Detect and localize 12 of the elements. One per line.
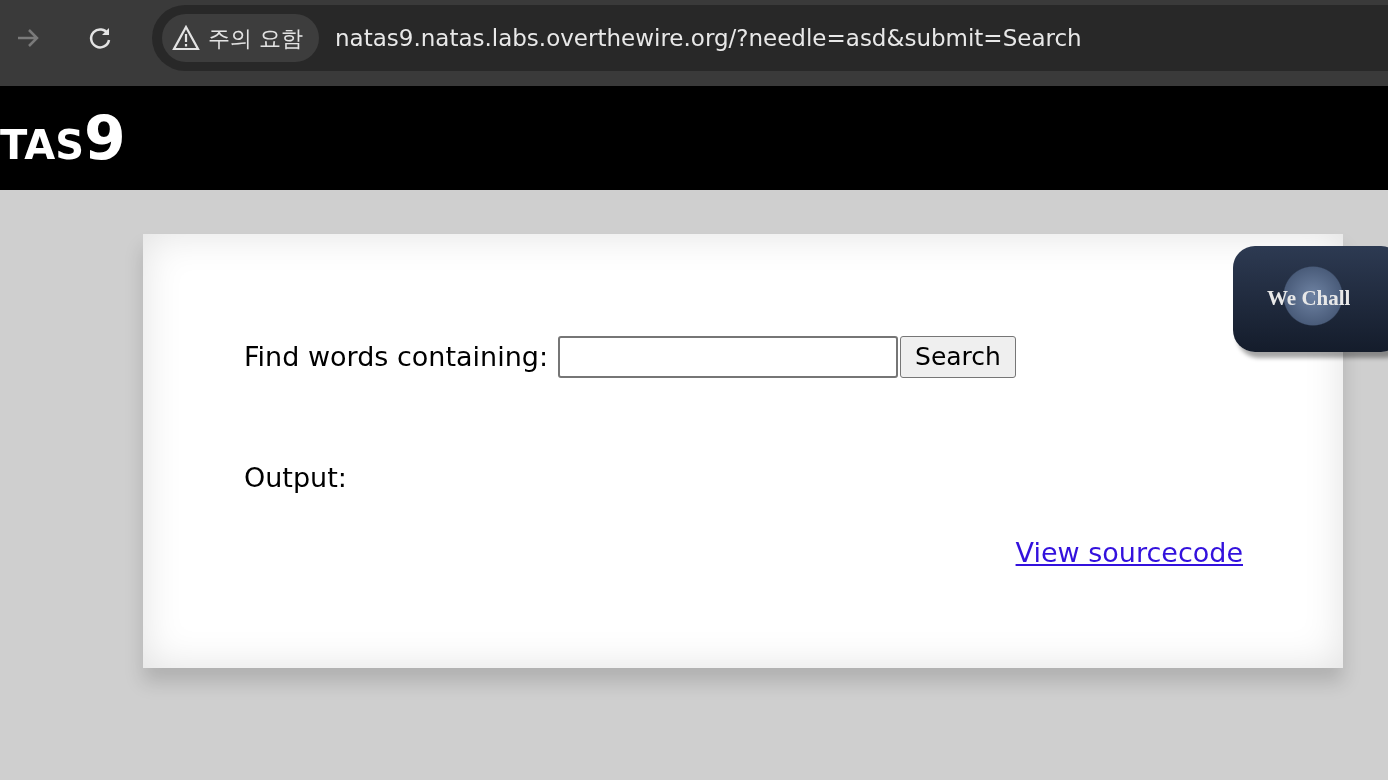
security-label: 주의 요함 [208, 24, 303, 53]
form-label: Find words containing: [244, 339, 548, 374]
search-field[interactable] [558, 336, 898, 378]
search-button[interactable]: Search [900, 336, 1016, 378]
view-sourcecode-link[interactable]: View sourcecode [1015, 532, 1243, 573]
output-label: Output: [244, 462, 347, 493]
address-bar[interactable]: 주의 요함 natas9.natas.labs.overthewire.org/?needle=asd&submit=Search [152, 5, 1388, 71]
reload-icon [87, 25, 113, 51]
warning-icon [172, 25, 200, 51]
security-chip[interactable]: 주의 요함 [162, 14, 319, 62]
site-title: TAS9 [0, 108, 126, 168]
url-text: natas9.natas.labs.overthewire.org/?needle=asd&submit=Search [335, 23, 1082, 53]
